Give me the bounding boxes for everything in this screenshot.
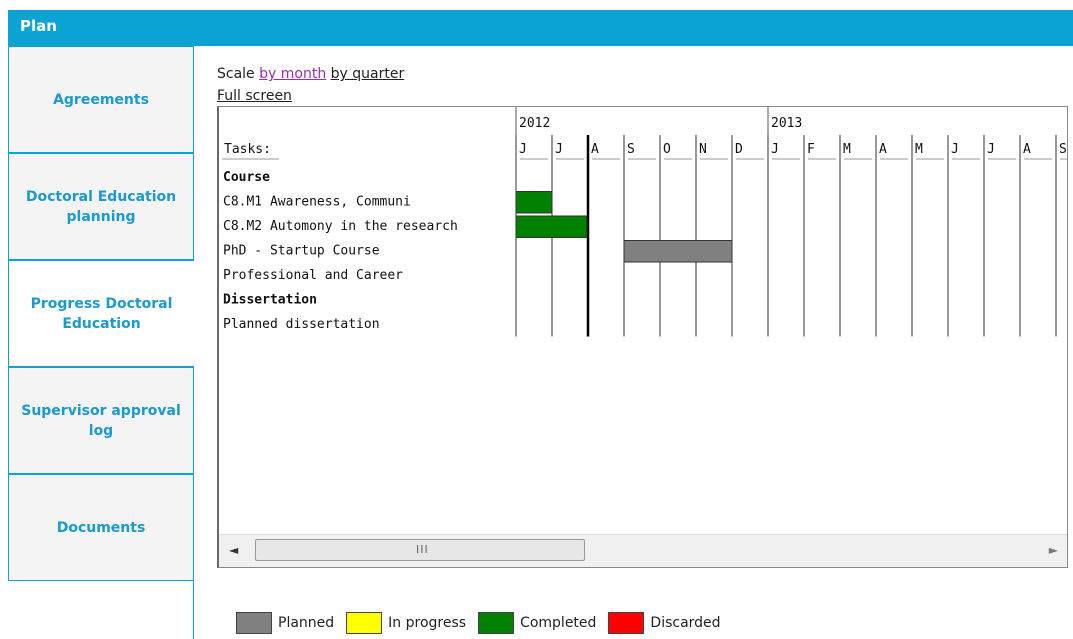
sidebar: Agreements Doctoral Education planning P…	[8, 46, 194, 639]
grip-icon: III	[416, 543, 429, 556]
legend-label: Completed	[520, 615, 597, 631]
tab-documents[interactable]: Documents	[8, 474, 193, 581]
scroll-left-icon[interactable]: ◄	[229, 543, 238, 557]
legend-swatch	[236, 612, 272, 634]
month-label: M	[915, 142, 923, 157]
tab-doctoral-education-planning[interactable]: Doctoral Education planning	[8, 153, 193, 260]
task-label: Dissertation	[223, 293, 317, 308]
legend-swatch	[478, 612, 515, 634]
scale-by-month-link[interactable]: by month	[259, 66, 326, 82]
legend-item-completed: Completed	[478, 612, 596, 634]
gantt-grid: Tasks: 2012 2013 J J A S O N D J F M A M J J A S Course C8.…	[222, 107, 1067, 337]
scale-label: Scale	[217, 66, 255, 82]
task-label: Course	[223, 170, 270, 185]
tab-supervisor-approval-log[interactable]: Supervisor approval log	[8, 367, 193, 474]
task-bar	[623, 240, 733, 263]
month-label: S	[1059, 142, 1067, 157]
month-label: J	[555, 142, 563, 157]
task-bar	[515, 191, 553, 214]
legend-item-in-progress: In progress	[346, 612, 466, 634]
legend-swatch	[608, 612, 645, 634]
scroll-right-icon[interactable]: ►	[1049, 543, 1058, 557]
legend-label: In progress	[388, 615, 467, 631]
tasks-header: Tasks:	[224, 142, 271, 157]
scrollbar-thumb[interactable]: III	[255, 539, 585, 561]
scale-by-quarter-link[interactable]: by quarter	[331, 66, 405, 82]
gantt-chart: Tasks: 2012 2013 J J A S O N D J F M A M J J A S Course C8.…	[217, 106, 1068, 568]
task-label: Professional and Career	[223, 268, 403, 283]
month-label: O	[663, 142, 671, 157]
year-label: 2012	[519, 116, 550, 131]
legend: Planned In progress Completed Discarded	[236, 612, 733, 634]
month-label: S	[627, 142, 635, 157]
task-label: Planned dissertation	[223, 317, 380, 332]
legend-label: Planned	[278, 615, 335, 631]
month-label: D	[735, 142, 743, 157]
tab-progress-doctoral-education[interactable]: Progress Doctoral Education	[8, 260, 194, 367]
legend-item-discarded: Discarded	[608, 612, 721, 634]
year-label: 2013	[771, 116, 802, 131]
month-label: J	[519, 142, 527, 157]
month-label: J	[951, 142, 959, 157]
month-label: A	[1023, 142, 1031, 157]
page-title: Plan	[20, 17, 57, 35]
tab-label: Agreements	[53, 91, 149, 108]
legend-swatch	[346, 612, 383, 634]
legend-label: Discarded	[650, 615, 721, 631]
month-label: A	[879, 142, 887, 157]
month-label: M	[843, 142, 851, 157]
month-label: J	[771, 142, 779, 157]
tab-label: Supervisor approval log	[21, 402, 181, 439]
tab-label: Documents	[56, 519, 146, 536]
header-bar: Plan	[8, 10, 1073, 46]
horizontal-scrollbar[interactable]: ◄ III ►	[219, 534, 1067, 567]
task-bar	[515, 215, 589, 238]
legend-item-planned: Planned	[236, 612, 334, 634]
task-label: C8.M2 Automony in the research	[223, 219, 458, 234]
month-label: N	[699, 142, 707, 157]
tab-label: Doctoral Education planning	[25, 188, 177, 225]
month-label: J	[987, 142, 995, 157]
month-label: A	[591, 142, 599, 157]
full-screen-link[interactable]: Full screen	[217, 88, 292, 104]
month-label: F	[807, 142, 815, 157]
tab-agreements[interactable]: Agreements	[8, 46, 193, 153]
scale-selector: Scale by month by quarter	[217, 66, 404, 82]
task-label: PhD - Startup Course	[223, 244, 380, 259]
tab-label: Progress Doctoral Education	[30, 295, 173, 332]
task-label: C8.M1 Awareness, Communi	[223, 195, 411, 210]
